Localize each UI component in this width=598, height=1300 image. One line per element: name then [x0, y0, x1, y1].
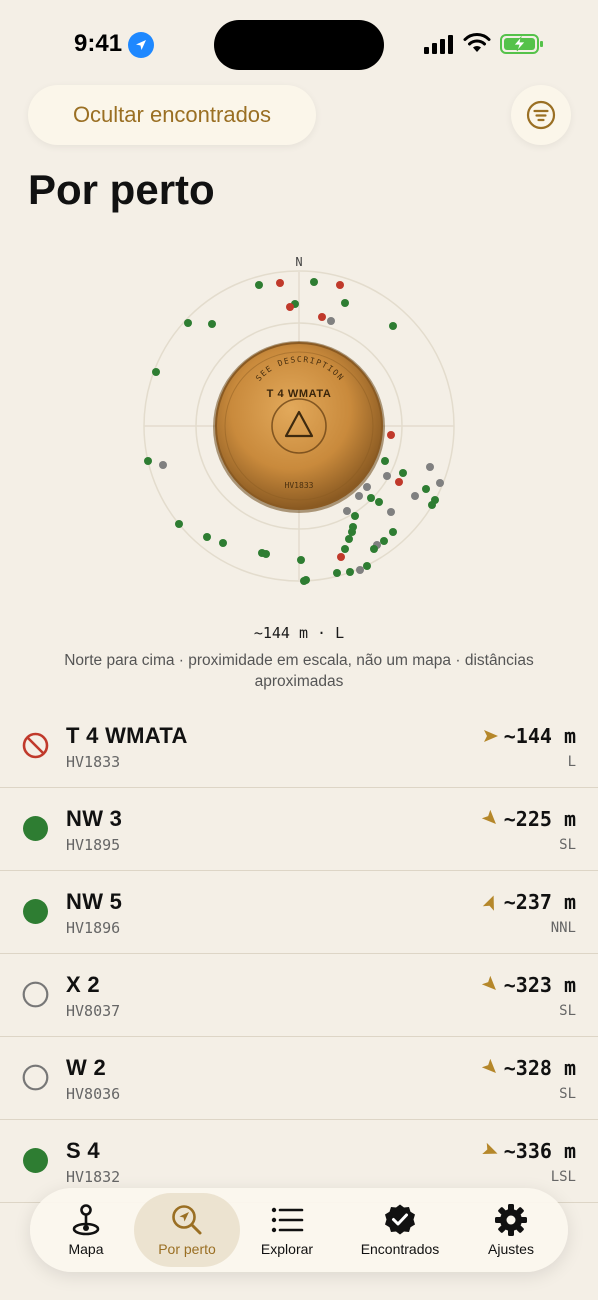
radar-distance-summary: ~144 m · L: [253, 624, 345, 642]
item-name: T 4 WMATA: [66, 723, 188, 748]
tab-found-label: Encontrados: [360, 1241, 440, 1257]
item-distance-value: ~336 m: [503, 1139, 576, 1163]
found-status-icon: [23, 816, 48, 841]
item-code: HV1832: [66, 1168, 121, 1186]
item-distance: ~328 m: [481, 1056, 576, 1080]
radar-note: Norte para cima · proximidade em escala,…: [64, 652, 534, 690]
not-found-status-icon: [22, 1064, 49, 1091]
hide-found-label: Ocultar encontrados: [72, 102, 272, 127]
list-item[interactable]: NW 5 HV1896 ~237 m NNL: [0, 871, 598, 954]
tab-settings-label: Ajustes: [488, 1241, 534, 1257]
nearby-list: T 4 WMATA HV1833 ~144 m L NW 3 HV1895 ~2…: [0, 705, 598, 1203]
item-distance-value: ~144 m: [503, 724, 576, 748]
bearing-arrow-icon: [483, 730, 498, 742]
item-name: NW 3: [66, 806, 123, 831]
item-distance: ~144 m: [482, 724, 576, 748]
filter-icon: [526, 100, 556, 130]
item-name: X 2: [66, 972, 100, 997]
item-direction: SL: [559, 1003, 576, 1019]
item-direction: L: [567, 754, 576, 770]
bearing-arrow-icon: [481, 976, 496, 990]
benchmark-medallion[interactable]: SEE DESCRIPTION T 4 WMATA HV1833: [213, 341, 385, 513]
tab-nearby-label: Por perto: [158, 1241, 216, 1257]
medallion-name: T 4 WMATA: [267, 388, 332, 400]
item-distance-value: ~225 m: [503, 807, 576, 831]
tab-bar: Mapa Por perto Explorar Encontrados Ajus…: [30, 1188, 568, 1272]
not-found-status-icon: [22, 981, 49, 1008]
item-distance-value: ~328 m: [503, 1056, 576, 1080]
found-status-icon: [23, 1148, 48, 1173]
tab-found[interactable]: Encontrados: [348, 1188, 452, 1272]
medallion-code: HV1833: [285, 481, 314, 490]
tab-explore-label: Explorar: [260, 1241, 314, 1257]
list-item[interactable]: NW 3 HV1895 ~225 m SL: [0, 788, 598, 871]
item-name: W 2: [66, 1055, 107, 1080]
tab-nearby[interactable]: Por perto: [134, 1193, 240, 1267]
item-direction: SL: [559, 1086, 576, 1102]
item-distance: ~225 m: [481, 807, 576, 831]
tab-explore[interactable]: Explorar: [242, 1188, 332, 1272]
location-arrow-icon: [128, 32, 154, 58]
radar-info: ~144 m · L Norte para cima · proximidade…: [0, 624, 598, 692]
verified-badge-icon: [383, 1203, 417, 1237]
item-code: HV1896: [66, 919, 121, 937]
item-direction: SL: [559, 837, 576, 853]
item-code: HV1833: [66, 753, 121, 771]
proximity-radar[interactable]: N SEE DESCRIPTION T 4 WMATA HV1833: [140, 250, 460, 590]
battery-charging-icon: [500, 34, 544, 59]
tab-map[interactable]: Mapa: [38, 1188, 134, 1272]
status-time: 9:41: [74, 30, 123, 57]
wifi-icon: [462, 32, 492, 59]
tab-settings[interactable]: Ajustes: [466, 1188, 556, 1272]
bearing-arrow-icon: [481, 810, 496, 824]
gear-icon: [494, 1203, 528, 1237]
status-bar: 9:41: [0, 0, 598, 80]
item-direction: NNL: [550, 920, 576, 936]
hide-found-toggle[interactable]: Ocultar encontrados: [28, 85, 316, 145]
bearing-arrow-icon: [482, 1142, 498, 1154]
tab-map-label: Mapa: [68, 1241, 104, 1257]
item-name: NW 5: [66, 889, 123, 914]
item-distance: ~336 m: [482, 1139, 576, 1163]
radar-north-label: N: [295, 255, 302, 269]
item-distance: ~237 m: [482, 890, 576, 914]
cellular-signal-icon: [424, 34, 453, 54]
nearby-search-icon: [170, 1203, 204, 1237]
destroyed-status-icon: [22, 732, 49, 759]
item-distance-value: ~323 m: [503, 973, 576, 997]
item-distance-value: ~237 m: [503, 890, 576, 914]
item-code: HV8037: [66, 1002, 121, 1020]
map-pin-icon: [69, 1203, 103, 1237]
page-title: Por perto: [28, 166, 215, 213]
item-code: HV1895: [66, 836, 121, 854]
item-code: HV8036: [66, 1085, 121, 1103]
filter-button[interactable]: [511, 85, 571, 145]
item-distance: ~323 m: [481, 973, 576, 997]
item-direction: LSL: [550, 1169, 576, 1185]
bearing-arrow-icon: [482, 895, 494, 911]
dynamic-island: [214, 20, 384, 70]
list-item[interactable]: T 4 WMATA HV1833 ~144 m L: [0, 705, 598, 788]
item-name: S 4: [66, 1138, 100, 1163]
found-status-icon: [23, 899, 48, 924]
bearing-arrow-icon: [481, 1059, 496, 1073]
list-item[interactable]: X 2 HV8037 ~323 m SL: [0, 954, 598, 1037]
list-item[interactable]: W 2 HV8036 ~328 m SL: [0, 1037, 598, 1120]
list-icon: [270, 1203, 304, 1237]
